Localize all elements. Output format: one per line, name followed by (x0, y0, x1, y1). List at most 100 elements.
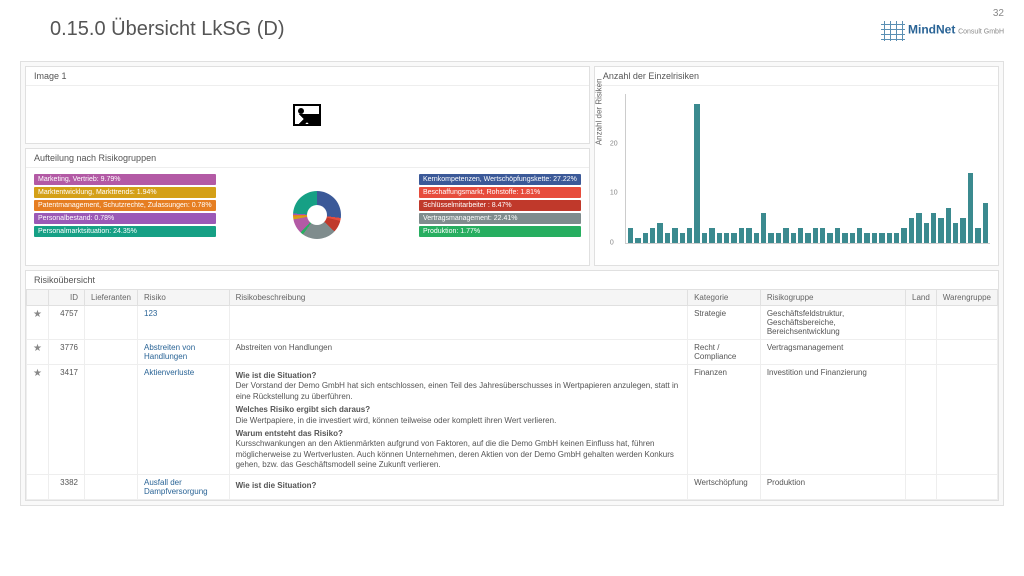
page-title: 0.15.0 Übersicht LkSG (D) (20, 8, 285, 41)
star-icon[interactable]: ★ (33, 309, 42, 320)
column-header[interactable]: Land (906, 290, 937, 306)
logo-area: 32 MindNet Consult GmbH (881, 8, 1004, 41)
bar[interactable] (864, 233, 869, 243)
bar[interactable] (680, 233, 685, 243)
risk-table: IDLieferantenRisikoRisikobeschreibungKat… (26, 289, 998, 500)
table-panel: Risikoübersicht IDLieferantenRisikoRisik… (25, 270, 999, 501)
bar[interactable] (850, 233, 855, 243)
bar[interactable] (665, 233, 670, 243)
bar[interactable] (968, 173, 973, 243)
bar[interactable] (791, 233, 796, 243)
bar[interactable] (709, 228, 714, 243)
bar[interactable] (857, 228, 862, 243)
bar[interactable] (783, 228, 788, 243)
bar[interactable] (724, 233, 729, 243)
bar[interactable] (827, 233, 832, 243)
star-icon[interactable]: ★ (33, 343, 42, 354)
bar[interactable] (909, 218, 914, 243)
bar[interactable] (798, 228, 803, 243)
risk-groups-panel: Aufteilung nach Risikogruppen Marketing,… (25, 148, 590, 266)
logo-icon (881, 21, 905, 41)
image-panel-title: Image 1 (26, 67, 589, 86)
dashboard: Image 1 Aufteilung nach Risikogruppen Ma… (20, 61, 1004, 506)
bar[interactable] (702, 233, 707, 243)
column-header[interactable]: Lieferanten (84, 290, 137, 306)
bar[interactable] (894, 233, 899, 243)
bar[interactable] (960, 218, 965, 243)
bar[interactable] (761, 213, 766, 243)
bar[interactable] (813, 228, 818, 243)
bar[interactable] (717, 233, 722, 243)
bar[interactable] (975, 228, 980, 243)
logo-subtext: Consult GmbH (958, 29, 1004, 36)
risk-group-tag[interactable]: Beschaffungsmarkt, Rohstoffe: 1.81% (419, 187, 581, 198)
column-header[interactable]: Kategorie (688, 290, 761, 306)
bar[interactable] (657, 223, 662, 243)
bar[interactable] (643, 233, 648, 243)
bar[interactable] (842, 233, 847, 243)
bar-chart-panel: Anzahl der Einzelrisiken Anzahl der Risi… (594, 66, 999, 266)
table-row[interactable]: ★3417AktienverlusteWie ist die Situation… (27, 365, 998, 475)
risk-group-tag[interactable]: Marktentwicklung, Markttrends: 1.94% (34, 187, 216, 198)
bar[interactable] (872, 233, 877, 243)
bar[interactable] (754, 233, 759, 243)
bar[interactable] (739, 228, 744, 243)
bar[interactable] (687, 228, 692, 243)
bar[interactable] (901, 228, 906, 243)
bar[interactable] (835, 228, 840, 243)
risk-link[interactable]: 123 (144, 309, 157, 318)
y-tick: 0 (610, 240, 614, 247)
risk-group-tag[interactable]: Personalbestand: 0.78% (34, 213, 216, 224)
y-axis-label: Anzahl der Risiken (594, 78, 603, 145)
image-placeholder-icon (293, 104, 321, 126)
bar[interactable] (776, 233, 781, 243)
bar[interactable] (879, 233, 884, 243)
y-tick: 10 (610, 190, 618, 197)
column-header[interactable]: ID (48, 290, 84, 306)
page-number: 32 (881, 8, 1004, 19)
risk-group-tag[interactable]: Schlüsselmitarbeiter : 8.47% (419, 200, 581, 211)
bar[interactable] (672, 228, 677, 243)
risk-link[interactable]: Abstreiten von Handlungen (144, 343, 195, 361)
bar[interactable] (953, 223, 958, 243)
bar[interactable] (887, 233, 892, 243)
bar[interactable] (924, 223, 929, 243)
bar[interactable] (805, 233, 810, 243)
y-tick: 20 (610, 140, 618, 147)
risk-link[interactable]: Ausfall der Dampfversorgung (144, 478, 208, 496)
column-header[interactable]: Risiko (138, 290, 230, 306)
risk-groups-title: Aufteilung nach Risikogruppen (26, 149, 589, 168)
page-header: 0.15.0 Übersicht LkSG (D) 32 MindNet Con… (20, 8, 1004, 41)
risk-group-tag[interactable]: Produktion: 1.77% (419, 226, 581, 237)
bar[interactable] (650, 228, 655, 243)
risk-group-tag[interactable]: Vertragsmanagement: 22.41% (419, 213, 581, 224)
risk-link[interactable]: Aktienverluste (144, 368, 194, 377)
risk-group-tag[interactable]: Personalmarktsituation: 24.35% (34, 226, 216, 237)
bar[interactable] (731, 233, 736, 243)
bar[interactable] (938, 218, 943, 243)
table-row[interactable]: ★4757123StrategieGeschäftsfeldstruktur, … (27, 306, 998, 340)
risk-group-tag[interactable]: Kernkompetenzen, Wertschöpfungskette: 27… (419, 174, 581, 185)
risk-group-tag[interactable]: Patentmanagement, Schutzrechte, Zulassun… (34, 200, 216, 211)
bar-chart-title: Anzahl der Einzelrisiken (595, 67, 998, 86)
bar[interactable] (931, 213, 936, 243)
chart-area[interactable]: 01020 (625, 94, 990, 244)
table-row[interactable]: ★3776Abstreiten von HandlungenAbstreiten… (27, 340, 998, 365)
bar[interactable] (820, 228, 825, 243)
risk-group-tag[interactable]: Marketing, Vertrieb: 9.79% (34, 174, 216, 185)
column-header[interactable]: Risikogruppe (760, 290, 905, 306)
bar[interactable] (628, 228, 633, 243)
star-icon[interactable]: ★ (33, 368, 42, 379)
column-header[interactable]: Warengruppe (936, 290, 997, 306)
bar[interactable] (768, 233, 773, 243)
bar[interactable] (916, 213, 921, 243)
donut-chart[interactable] (293, 191, 341, 239)
bar[interactable] (946, 208, 951, 243)
bar[interactable] (746, 228, 751, 243)
column-header[interactable]: Risikobeschreibung (229, 290, 688, 306)
bar[interactable] (694, 104, 699, 243)
table-row[interactable]: 3382Ausfall der DampfversorgungWie ist d… (27, 474, 998, 499)
bar[interactable] (983, 203, 988, 243)
column-header[interactable] (27, 290, 49, 306)
bar[interactable] (635, 238, 640, 243)
